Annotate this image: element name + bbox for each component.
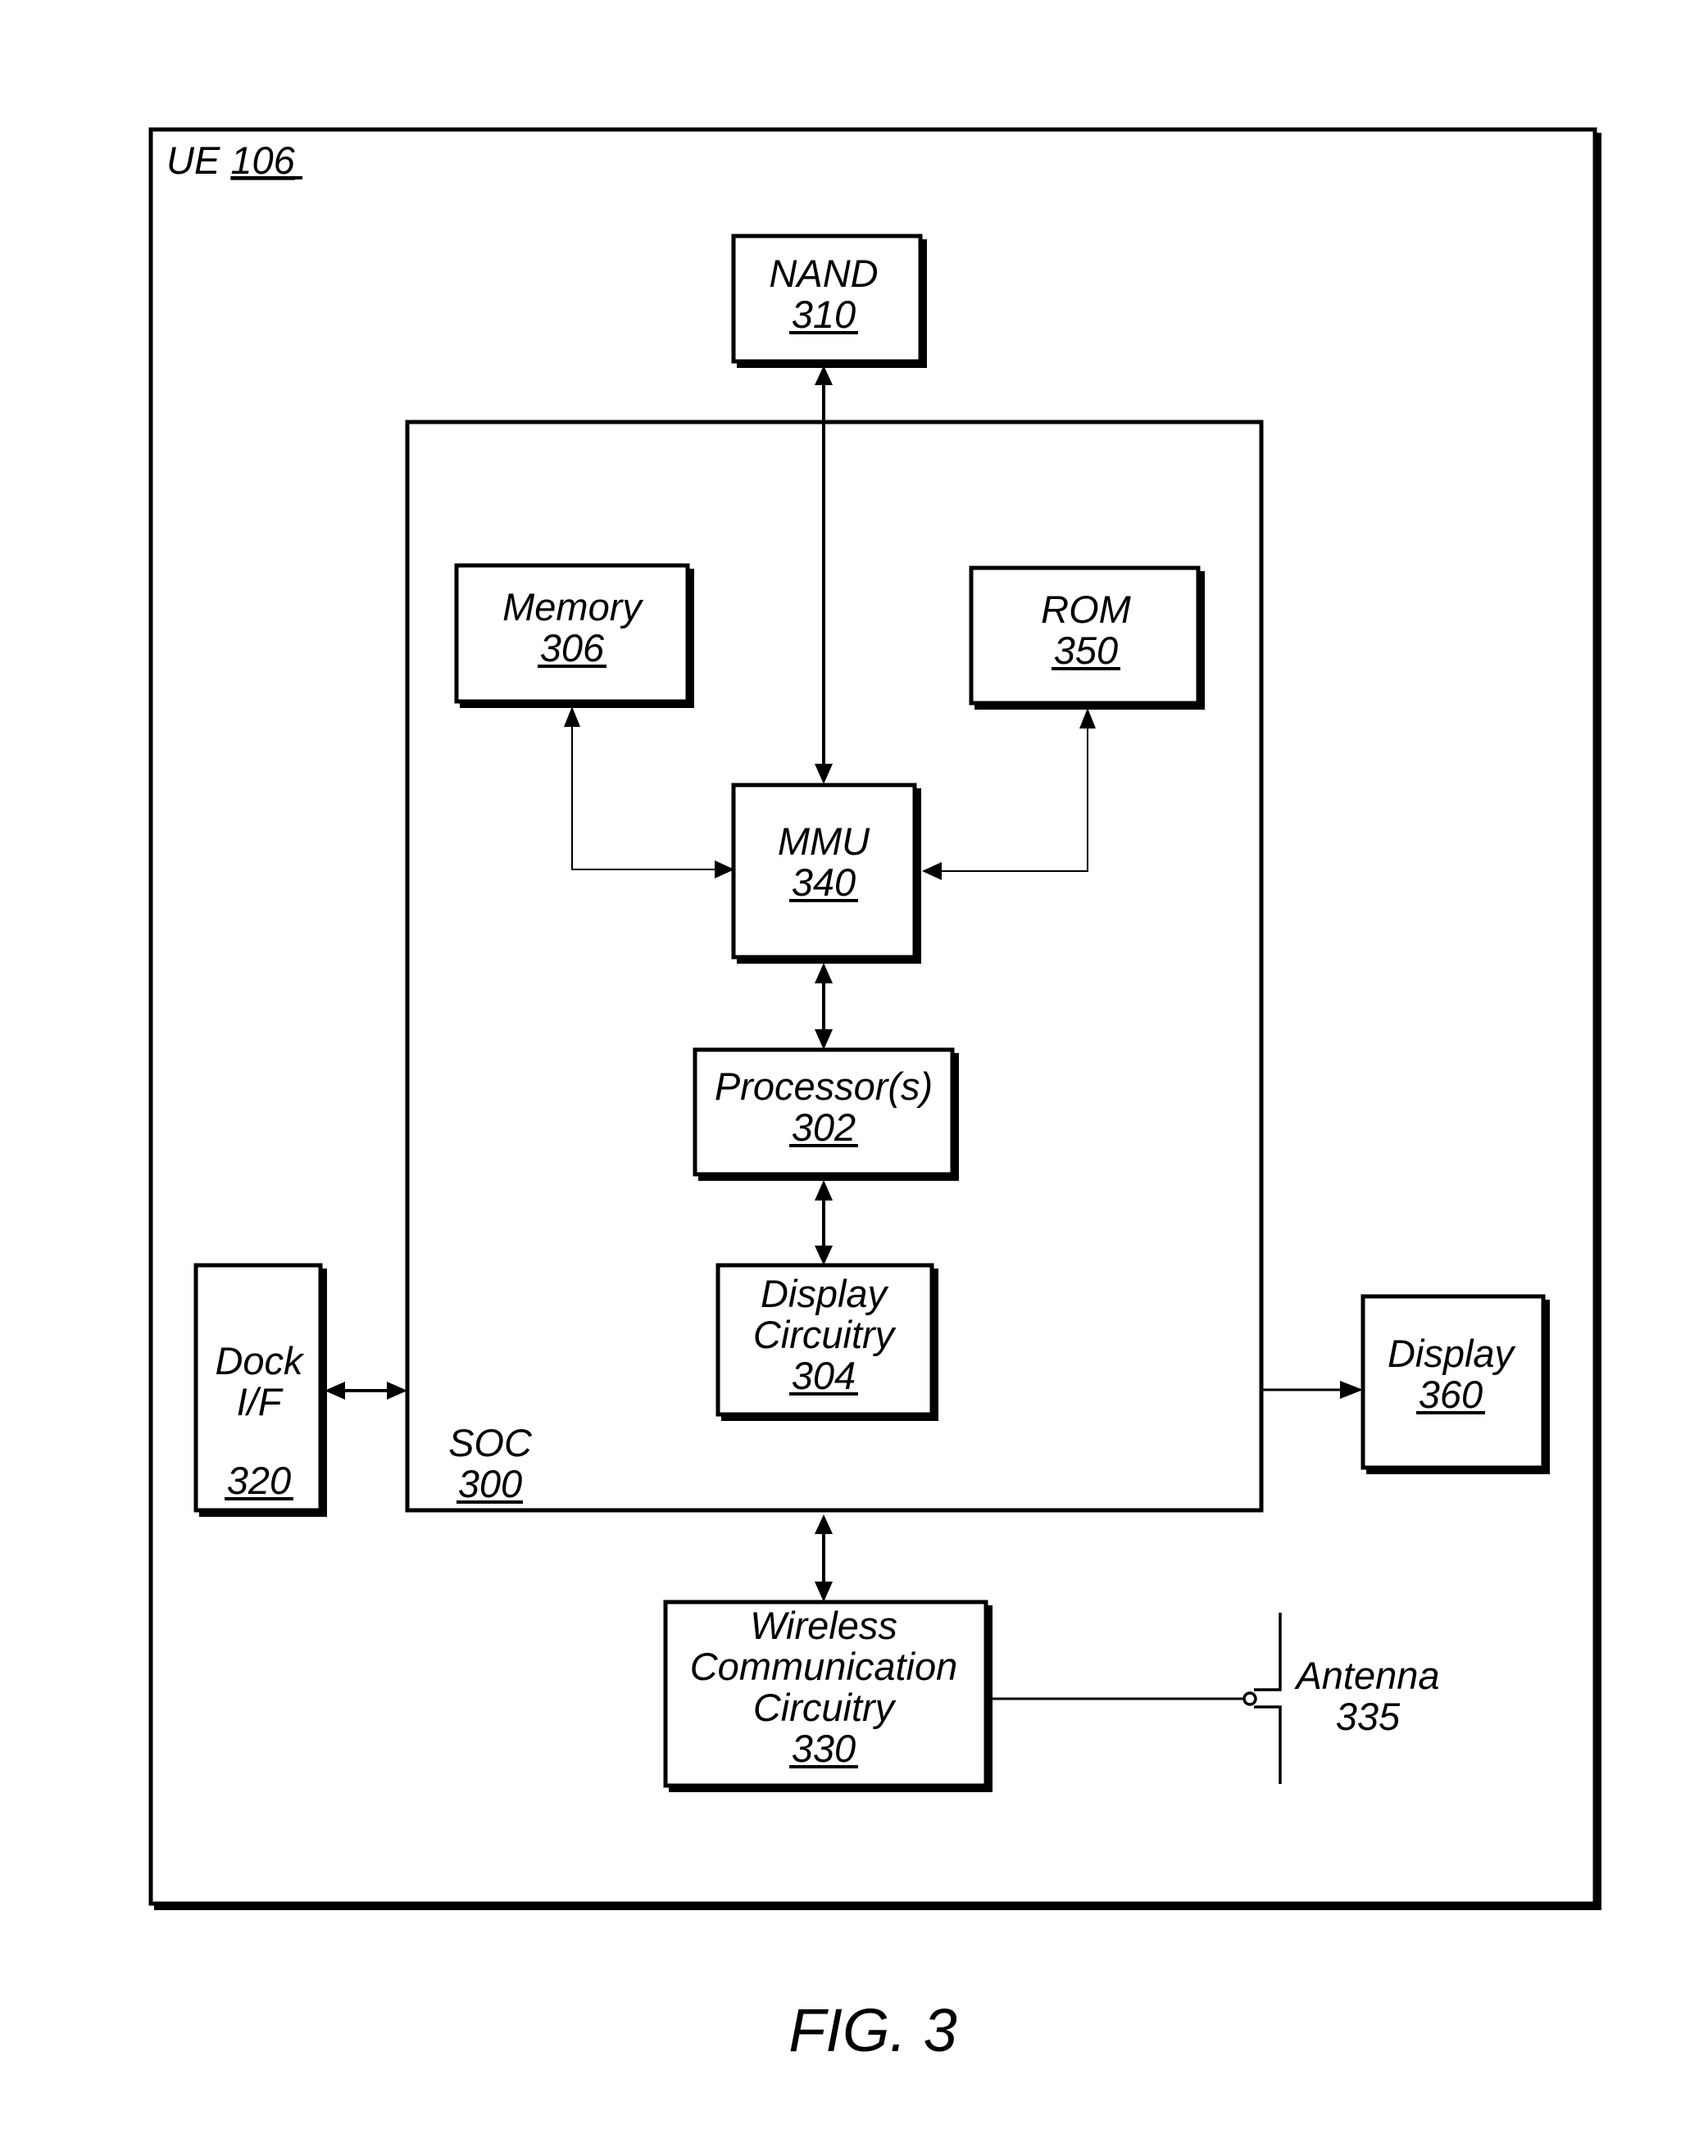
- wireless-block-label-line: Circuitry: [753, 1686, 897, 1729]
- nand-block-ref: 310: [792, 293, 856, 336]
- rom-block: ROM350: [969, 565, 1205, 710]
- nand-block-label-line: NAND: [769, 252, 878, 295]
- memory-block-label-line: Memory: [502, 585, 643, 629]
- memory-block-ref: 306: [540, 626, 605, 669]
- display-circuitry-block-ref: 304: [792, 1354, 856, 1397]
- processor-block-label-line: Processor(s): [715, 1064, 933, 1108]
- display-block-ref: 360: [1419, 1373, 1483, 1416]
- rom-block-label-line: ROM: [1041, 588, 1132, 631]
- processor-block: Processor(s)302: [693, 1047, 959, 1181]
- soc-ref: 300: [458, 1462, 522, 1505]
- block-diagram: UE 106 SOC 300 Antenna 335 NAND310Memory…: [148, 127, 1601, 2064]
- dock-block-ref: 320: [227, 1459, 291, 1502]
- processor-block-ref: 302: [792, 1105, 856, 1149]
- dock-block-label-line: Dock: [215, 1339, 305, 1382]
- antenna-feed-icon: [1242, 1691, 1257, 1706]
- wireless-block: WirelessCommunicationCircuitry330: [663, 1600, 993, 1792]
- antenna-name: Antenna: [1293, 1654, 1439, 1697]
- display-circuitry-block-label-line: Display: [761, 1272, 889, 1315]
- mmu-block: MMU340: [731, 783, 921, 964]
- display-block: Display360: [1360, 1294, 1550, 1474]
- display-block-label-line: Display: [1388, 1332, 1516, 1375]
- rom-block-ref: 350: [1054, 629, 1118, 672]
- wireless-block-label-line: Wireless: [750, 1604, 897, 1647]
- nand-block: NAND310: [731, 234, 927, 368]
- dock-block-label-line: I/F: [237, 1380, 284, 1423]
- mmu-block-ref: 340: [792, 860, 856, 904]
- wireless-block-ref: 330: [792, 1727, 856, 1770]
- antenna-ref: 335: [1336, 1695, 1401, 1738]
- dock-block: DockI/F 320: [193, 1263, 327, 1517]
- memory-block: Memory306: [454, 563, 694, 708]
- ue-label: UE 106: [166, 138, 296, 182]
- mmu-block-label-line: MMU: [778, 819, 870, 863]
- display-circuitry-block-label-line: Circuitry: [753, 1313, 897, 1356]
- wireless-block-label-line: Communication: [690, 1645, 958, 1688]
- soc-name: SOC: [448, 1421, 533, 1464]
- figure-caption: FIG. 3: [788, 1996, 957, 2064]
- display-circuitry-block: DisplayCircuitry304: [715, 1263, 938, 1421]
